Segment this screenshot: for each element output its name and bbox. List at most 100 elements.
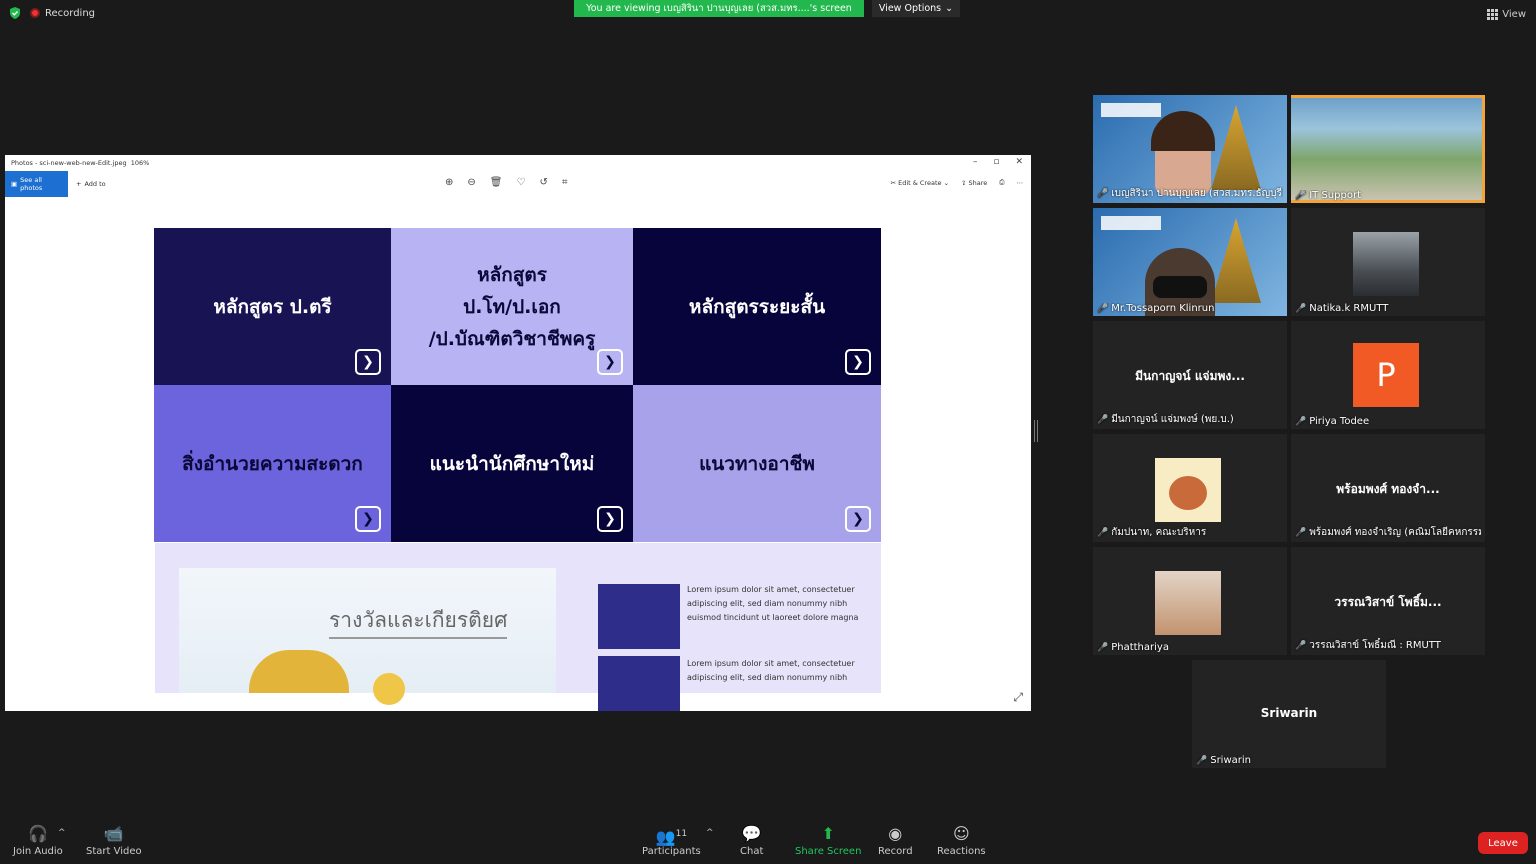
start-video-label: Start Video xyxy=(86,846,142,857)
tile-graduate[interactable]: หลักสูตร ป.โท/ป.เอก /ป.บัณฑิตวิชาชีพครู ❯ xyxy=(391,228,633,385)
participant-name: 🎤 กัมปนาท, คณะบริหาร xyxy=(1097,525,1283,540)
record-label: Record xyxy=(878,846,913,857)
record-icon: ◉ xyxy=(888,824,903,843)
participant-tile[interactable]: 🎤 Phatthariya xyxy=(1093,547,1287,655)
record-button[interactable]: ◉ Record xyxy=(878,824,913,858)
chevron-down-icon: ⌄ xyxy=(945,3,954,14)
audio-options-chevron-icon[interactable]: ^ xyxy=(58,828,66,838)
mic-muted-icon: 🎤 xyxy=(1097,642,1109,653)
participant-tile[interactable]: 🎤 IT Support xyxy=(1291,95,1485,203)
tile-career[interactable]: แนวทางอาชีพ ❯ xyxy=(633,385,881,542)
tile-label: สิ่งอำนวยความสะดวก xyxy=(182,452,363,475)
recording-indicator[interactable]: Recording xyxy=(30,8,95,19)
menu-tiles: หลักสูตร ป.ตรี ❯ หลักสูตร ป.โท/ป.เอก /ป.บ… xyxy=(154,228,881,542)
zoom-in-icon[interactable]: ⊕ xyxy=(445,177,453,188)
arrow-right-icon: ❯ xyxy=(597,506,623,532)
arrow-right-icon: ❯ xyxy=(597,349,623,375)
shield-icon[interactable] xyxy=(8,6,22,20)
join-audio-button[interactable]: 🎧 Join Audio xyxy=(13,825,63,858)
favorite-icon[interactable]: ♡ xyxy=(516,177,525,188)
minimize-icon[interactable]: – xyxy=(973,157,978,167)
more-icon[interactable]: ⋯ xyxy=(1017,179,1024,187)
participant-tile[interactable]: 🎤 Natika.k RMUTT xyxy=(1291,208,1485,316)
participant-name: 🎤 Mr.Tossaporn Klinrun xyxy=(1097,303,1283,314)
tile-label: แนะนำนักศึกษาใหม่ xyxy=(429,452,595,475)
rotate-icon[interactable]: ↺ xyxy=(539,177,547,188)
participant-display-name: วรรณวิสาข์ โพธิ์ม... xyxy=(1334,595,1442,609)
arrow-right-icon: ❯ xyxy=(845,506,871,532)
tile-bachelor[interactable]: หลักสูตร ป.ตรี ❯ xyxy=(154,228,391,385)
zoom-meeting-window: Recording You are viewing เบญสิรินา ปานบ… xyxy=(0,0,1536,864)
arrow-right-icon: ❯ xyxy=(845,349,871,375)
resize-handle[interactable] xyxy=(1034,420,1038,442)
participant-name-text: มีนกาญจน์ แจ่มพงษ์ (พย.บ.) xyxy=(1111,414,1234,425)
participant-name-text: พร้อมพงศ์ ทองจำเริญ (คณิมโลยีคหกรรม... xyxy=(1309,527,1481,538)
participant-name: 🎤 พร้อมพงศ์ ทองจำเริญ (คณิมโลยีคหกรรม... xyxy=(1295,525,1481,540)
participants-button[interactable]: 👥11 Participants xyxy=(642,825,701,857)
view-label: View xyxy=(1502,9,1526,20)
participant-name-text: Phatthariya xyxy=(1111,642,1169,653)
avatar xyxy=(1155,458,1221,522)
crop-icon[interactable]: ⌗ xyxy=(562,177,568,188)
tile-label: แนวทางอาชีพ xyxy=(699,452,815,475)
participant-display-name: พร้อมพงศ์ ทองจำ... xyxy=(1336,482,1440,496)
participant-tile[interactable]: 🎤 กัมปนาท, คณะบริหาร xyxy=(1093,434,1287,542)
avatar: P xyxy=(1353,343,1419,407)
lorem-text: Lorem ipsum dolor sit amet, consectetuer… xyxy=(687,659,855,682)
participant-name-text: Mr.Tossaporn Klinrun xyxy=(1111,303,1215,314)
share-label: Share xyxy=(968,178,988,187)
see-all-label: See all photos xyxy=(20,176,43,192)
participant-name-text: เบญสิรินา ปานบุญเลย (สวส.มทร.ธัญบุรี) xyxy=(1111,188,1283,199)
chat-label: Chat xyxy=(740,846,764,857)
close-icon[interactable]: ✕ xyxy=(1015,157,1023,167)
share-screen-button[interactable]: ⬆ Share Screen xyxy=(795,825,861,858)
share-button[interactable]: ⇪ Share xyxy=(961,179,987,187)
avatar xyxy=(1155,571,1221,635)
edit-create-button[interactable]: ✂ Edit & Create ⌄ xyxy=(891,179,949,187)
window-title: Photos - sci-new-web-new-Edit.jpeg xyxy=(11,159,127,167)
participant-tile[interactable]: พร้อมพงศ์ ทองจำ... 🎤 พร้อมพงศ์ ทองจำเริญ (… xyxy=(1291,434,1485,542)
view-button[interactable]: View xyxy=(1487,9,1526,20)
tile-new-students[interactable]: แนะนำนักศึกษาใหม่ ❯ xyxy=(391,385,633,542)
participant-display-name: Sriwarin xyxy=(1260,706,1318,720)
participants-label: Participants xyxy=(642,846,701,857)
start-video-button[interactable]: 📹 Start Video xyxy=(86,825,142,858)
tile-short-course[interactable]: หลักสูตรระยะสั้น ❯ xyxy=(633,228,881,385)
participants-count: 11 xyxy=(675,829,688,839)
chat-icon: 💬 xyxy=(741,824,762,843)
reactions-button[interactable]: ☺ Reactions xyxy=(937,825,986,858)
participant-tile[interactable]: Sriwarin 🎤 Sriwarin xyxy=(1192,660,1386,768)
participants-chevron-icon[interactable]: ^ xyxy=(706,828,714,838)
tile-facilities[interactable]: สิ่งอำนวยความสะดวก ❯ xyxy=(154,385,391,542)
participant-tile[interactable]: มีนกาญจน์ แจ่มพง... 🎤 มีนกาญจน์ แจ่มพงษ์ (… xyxy=(1093,321,1287,429)
print-icon[interactable]: ⎙ xyxy=(999,178,1004,187)
mic-muted-icon: 🎤 xyxy=(1097,303,1109,314)
lorem-text: Lorem ipsum dolor sit amet, consectetuer… xyxy=(687,585,859,622)
view-options-button[interactable]: View Options ⌄ xyxy=(872,0,960,17)
leave-button[interactable]: Leave xyxy=(1478,832,1528,854)
photos-toolbar: ▣ See all photos + Add to ⊕ ⊖ 🗑 ♡ ↺ ⌗ ✂ Ed… xyxy=(5,171,1031,197)
chat-button[interactable]: 💬 Chat xyxy=(740,824,764,858)
zoom-out-icon[interactable]: ⊖ xyxy=(467,177,475,188)
gold-ball-icon xyxy=(373,673,405,705)
join-audio-label: Join Audio xyxy=(13,846,63,857)
mic-muted-icon: 🎤 xyxy=(1295,416,1307,427)
see-all-photos-button[interactable]: ▣ See all photos xyxy=(5,171,68,197)
meeting-controls: 🎧 Join Audio ^ 📹 Start Video 👥11 Participan… xyxy=(0,820,1536,864)
delete-icon[interactable]: 🗑 xyxy=(490,177,503,188)
add-to-button[interactable]: + Add to xyxy=(76,180,106,188)
plus-icon: + xyxy=(76,180,82,188)
participant-tile[interactable]: วรรณวิสาข์ โพธิ์ม... 🎤 วรรณวิสาข์ โพธิ์มณี… xyxy=(1291,547,1485,655)
expand-icon[interactable]: ⤢ xyxy=(1013,690,1023,705)
participant-tile[interactable]: 🎤 Mr.Tossaporn Klinrun xyxy=(1093,208,1287,316)
participant-name: 🎤 IT Support xyxy=(1295,190,1481,201)
participant-tile[interactable]: 🎤 เบญสิรินา ปานบุญเลย (สวส.มทร.ธัญบุรี) xyxy=(1093,95,1287,203)
participant-tile[interactable]: P 🎤 Piriya Todee xyxy=(1291,321,1485,429)
maximize-icon[interactable]: ▫ xyxy=(993,157,999,167)
grid-view-icon xyxy=(1487,9,1499,20)
awards-section: รางวัลและเกียรติยศ Lorem ipsum dolor sit… xyxy=(155,543,881,711)
view-options-label: View Options xyxy=(878,3,942,14)
viewing-banner: You are viewing เบญสิรินา ปานบุญเลย (สวส… xyxy=(574,0,864,17)
participant-name-text: Natika.k RMUTT xyxy=(1309,303,1389,314)
participant-name: 🎤 Piriya Todee xyxy=(1295,416,1481,427)
